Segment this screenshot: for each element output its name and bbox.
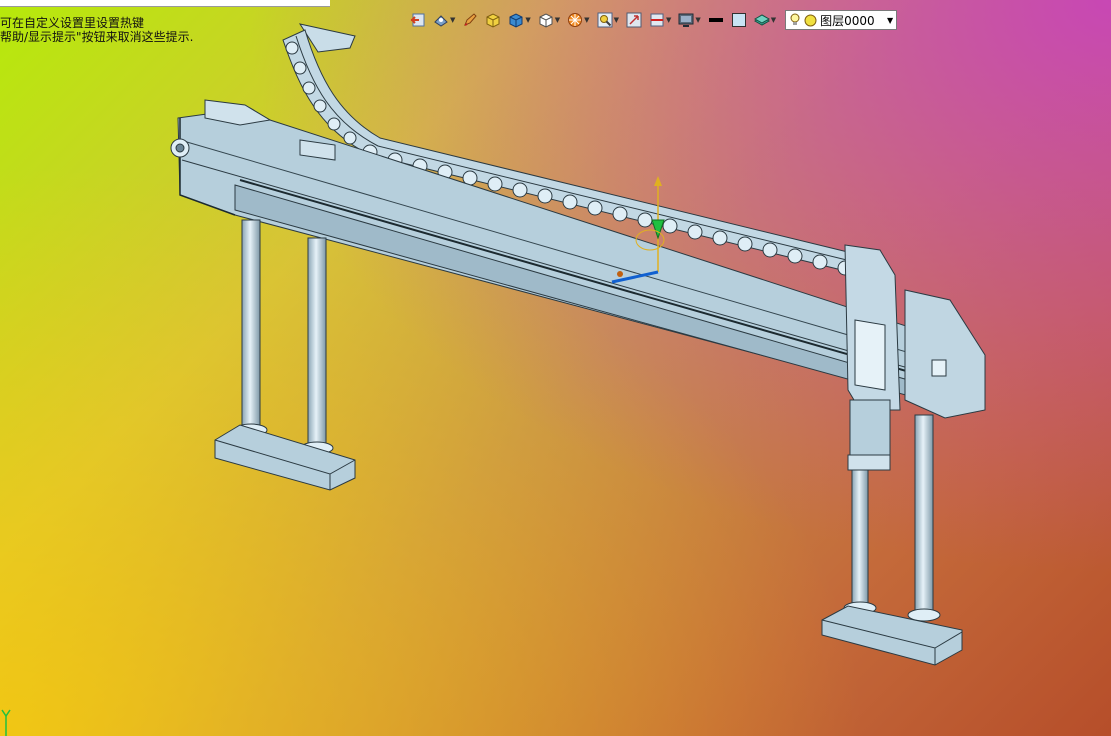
- left-support-columns: [214, 219, 356, 491]
- linear-module-assembly: [170, 23, 986, 666]
- right-support-columns: [821, 414, 963, 666]
- corner-axis-triad: [1, 709, 11, 736]
- cad-model-viewport[interactable]: [0, 0, 1111, 736]
